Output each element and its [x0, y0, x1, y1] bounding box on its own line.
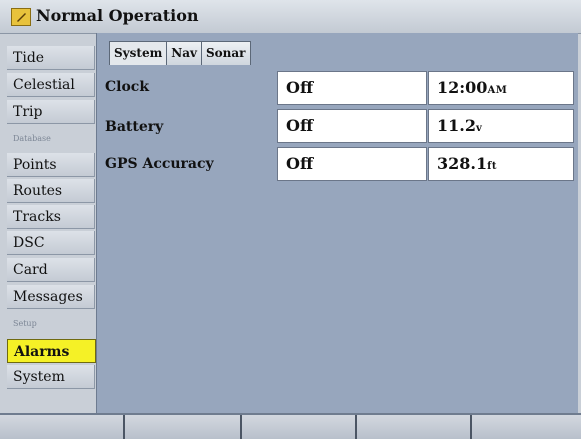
softkey-2[interactable]	[125, 415, 242, 439]
clock-alarm-toggle[interactable]: Off	[277, 71, 427, 105]
softkey-4[interactable]	[357, 415, 472, 439]
tab-system[interactable]: System	[109, 41, 168, 65]
softkey-1[interactable]	[0, 415, 125, 439]
sidebar-item-tide[interactable]: Tide	[7, 46, 95, 70]
tab-strip: System Nav Sonar	[109, 41, 251, 65]
sidebar-item-points[interactable]: Points	[7, 153, 95, 177]
sidebar-item-tracks[interactable]: Tracks	[7, 205, 95, 229]
sidebar-item-routes[interactable]: Routes	[7, 179, 95, 203]
softkey-3[interactable]	[242, 415, 357, 439]
battery-unit: v	[475, 123, 483, 134]
sidebar-nav: Tide Celestial Trip Database Points Rout…	[7, 43, 96, 405]
sidebar-item-trip[interactable]: Trip	[7, 100, 95, 124]
folder-icon	[11, 8, 31, 26]
battery-value-field[interactable]: 11.2v	[428, 109, 574, 143]
gps-accuracy-value-field[interactable]: 328.1ft	[428, 147, 574, 181]
softkey-5[interactable]	[472, 415, 581, 439]
sidebar-section-setup: Setup	[7, 313, 95, 337]
clock-value-field[interactable]: 12:00AM	[428, 71, 574, 105]
window-title: Normal Operation	[36, 6, 199, 25]
clock-value: 12:00	[437, 78, 488, 97]
sidebar-item-dsc[interactable]: DSC	[7, 231, 95, 255]
gps-accuracy-unit: ft	[487, 161, 498, 172]
softkey-bar	[0, 413, 581, 439]
gps-screen: Normal Operation Tide Celestial Trip Dat…	[0, 0, 581, 439]
gps-accuracy-value: 328.1	[437, 154, 488, 173]
battery-alarm-toggle[interactable]: Off	[277, 109, 427, 143]
gps-accuracy-label: GPS Accuracy	[105, 156, 214, 172]
title-bar: Normal Operation	[0, 0, 581, 34]
sidebar-item-system[interactable]: System	[7, 365, 95, 389]
tab-sonar[interactable]: Sonar	[201, 41, 251, 65]
sidebar-item-card[interactable]: Card	[7, 258, 95, 282]
sidebar-section-database: Database	[7, 128, 95, 152]
tab-nav[interactable]: Nav	[166, 41, 202, 65]
gps-accuracy-alarm-toggle[interactable]: Off	[277, 147, 427, 181]
clock-unit: AM	[487, 85, 508, 96]
alarms-panel: System Nav Sonar Clock Off 12:00AM Batte…	[96, 33, 578, 413]
sidebar-item-celestial[interactable]: Celestial	[7, 73, 95, 97]
sidebar-item-messages[interactable]: Messages	[7, 285, 95, 309]
clock-label: Clock	[105, 79, 150, 95]
sidebar-item-alarms[interactable]: Alarms	[7, 339, 96, 363]
battery-value: 11.2	[437, 116, 476, 135]
battery-label: Battery	[105, 119, 164, 135]
